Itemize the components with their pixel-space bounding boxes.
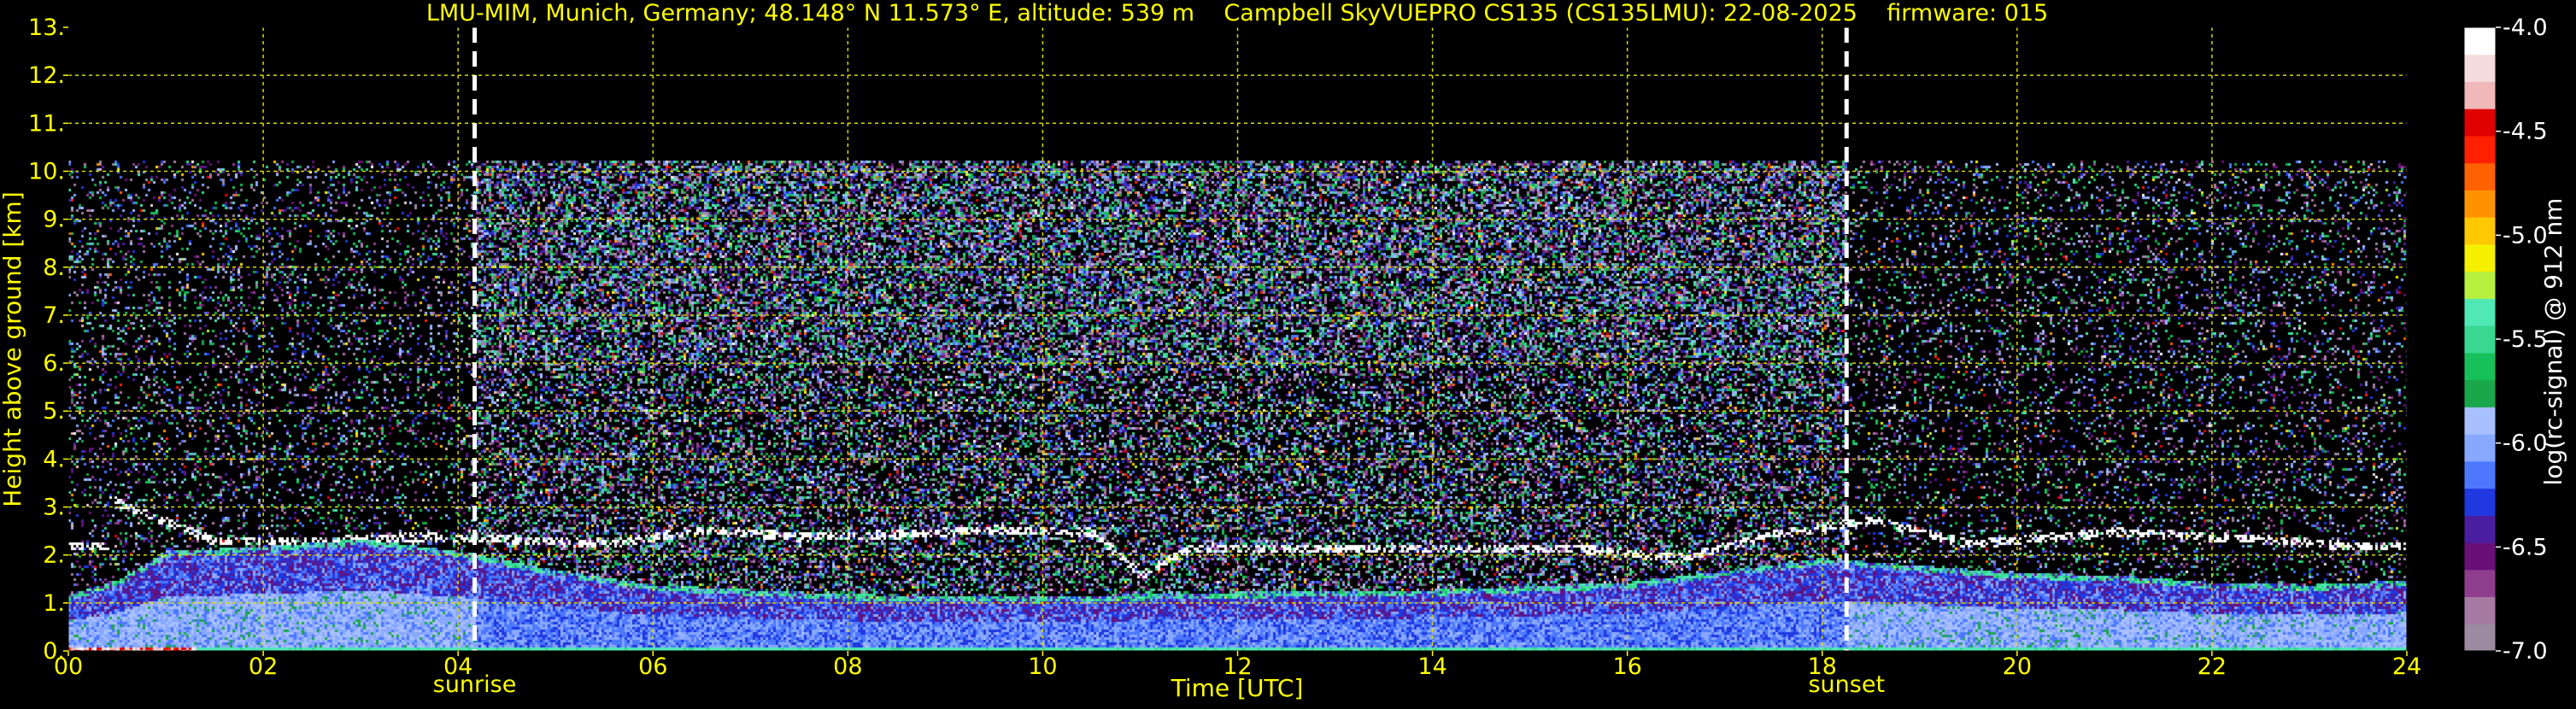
colorbar-segment [2464, 162, 2496, 190]
chart-svg: sunrise sunset 00 02 04 06 08 10 12 14 16 18 20 22 24… [0, 0, 2576, 706]
y-tick-label: 6. [43, 350, 65, 377]
colorbar-segment [2464, 271, 2496, 299]
colorbar-tick-label: -6.5 [2503, 534, 2548, 560]
y-tick-label: 9. [43, 207, 65, 233]
colorbar-segment [2464, 379, 2496, 407]
y-tick-label: 1. [43, 590, 65, 617]
x-tick-label: 20 [2003, 653, 2032, 680]
colorbar-segment [2464, 488, 2496, 516]
x-axis-label: Time [UTC] [1171, 674, 1304, 702]
colorbar-label: log(rc-signal) @ 912 nm [2539, 198, 2567, 486]
colorbar-segment [2464, 190, 2496, 218]
x-tick-label: 14 [1417, 653, 1446, 680]
colorbar-segment [2464, 434, 2496, 462]
plot-area: sunrise sunset [67, 26, 2408, 698]
y-tick-label: 0. [43, 638, 65, 665]
colorbar-tick-label: -4.0 [2503, 15, 2548, 41]
colorbar-segment [2464, 81, 2496, 109]
colorbar-segment [2464, 596, 2496, 624]
y-tick-label: 13. [28, 15, 65, 41]
ceilometer-figure: sunrise sunset 00 02 04 06 08 10 12 14 16 18 20 22 24… [0, 0, 2576, 706]
colorbar-segment [2464, 515, 2496, 543]
colorbar-segment [2464, 325, 2496, 354]
x-tick-label: 04 [443, 653, 472, 680]
colorbar-segment [2464, 460, 2496, 489]
x-tick-label: 24 [2392, 653, 2421, 680]
colorbar-segment [2464, 407, 2496, 435]
y-tick-label: 10. [28, 158, 65, 185]
y-tick-label: 12. [28, 62, 65, 89]
y-tick-label: 2. [43, 542, 65, 569]
y-tick-label: 7. [43, 302, 65, 329]
colorbar-segment [2464, 217, 2496, 245]
colorbar-segment [2464, 542, 2496, 571]
x-tick-label: 16 [1612, 653, 1641, 680]
x-tick-label: 02 [249, 653, 278, 680]
x-tick-label: 06 [638, 653, 667, 680]
colorbar-segment [2464, 569, 2496, 598]
colorbar-segment [2464, 108, 2496, 137]
colorbar-segment [2464, 352, 2496, 381]
y-tick-label: 5. [43, 398, 65, 425]
x-tick-label: 18 [1808, 653, 1837, 680]
y-axis-label: Height above ground [km] [0, 191, 26, 507]
colorbar-segment [2464, 135, 2496, 164]
colorbar-segment [2464, 54, 2496, 82]
colorbar-segment [2464, 27, 2496, 56]
y-tick-label: 4. [43, 446, 65, 472]
y-tick-label: 3. [43, 495, 65, 521]
colorbar-tick-label: -4.5 [2503, 119, 2548, 145]
colorbar-segment [2464, 624, 2496, 652]
heatmap-image [68, 27, 2407, 651]
x-tick-label: 08 [833, 653, 862, 680]
colorbar-segment [2464, 298, 2496, 326]
colorbar-tick-label: -7.0 [2503, 638, 2548, 665]
y-tick-label: 11. [28, 110, 65, 137]
x-tick-label: 10 [1028, 653, 1057, 680]
chart-title: LMU-MIM, Munich, Germany; 48.148° N 11.5… [426, 0, 2048, 26]
backscatter-heatmap [68, 27, 2407, 651]
colorbar-segment [2464, 243, 2496, 272]
y-tick-label: 8. [43, 255, 65, 281]
x-tick-label: 22 [2198, 653, 2227, 680]
